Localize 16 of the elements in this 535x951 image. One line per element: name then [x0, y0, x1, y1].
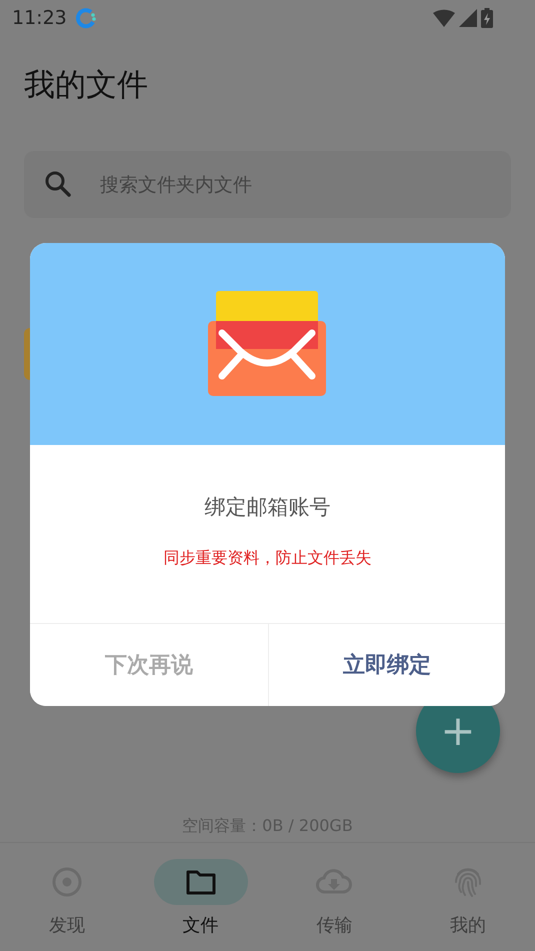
nav-tab[interactable]: 发现 [0, 859, 134, 951]
signal-icon [459, 9, 477, 27]
dialog-title: 绑定邮箱账号 [204, 494, 332, 521]
wifi-icon [433, 9, 455, 27]
sync-icon [74, 7, 97, 29]
page-title: 我的文件 [23, 66, 149, 105]
nav-tab[interactable]: 传输 [268, 859, 402, 951]
status-time: 11:23 [12, 7, 67, 29]
bind-button[interactable]: 立即绑定 [268, 624, 505, 706]
search-icon [44, 170, 72, 198]
folder-icon [184, 868, 217, 896]
dialog-message: 同步重要资料，防止文件丢失 [162, 548, 372, 569]
battery-icon [481, 8, 493, 28]
nav-tab[interactable]: 文件 [134, 859, 268, 951]
envelope-icon [208, 291, 328, 397]
nav-tab[interactable]: 我的 [401, 859, 535, 951]
